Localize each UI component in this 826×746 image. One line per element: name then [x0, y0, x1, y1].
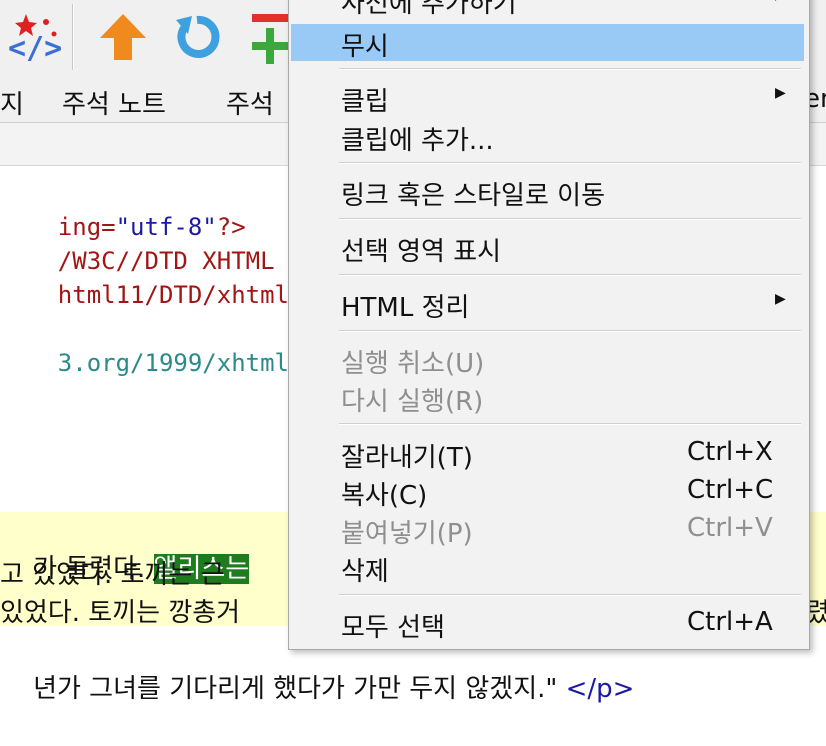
menu-separator — [339, 594, 801, 596]
menu-separator — [339, 162, 801, 164]
menu-item-paste[interactable]: 붙여넣기(P) Ctrl+V — [291, 511, 804, 549]
menu-item-copy[interactable]: 복사(C) Ctrl+C — [291, 473, 804, 511]
toolbar-separator — [72, 4, 74, 70]
menu-item-redo[interactable]: 다시 실행(R) — [291, 379, 804, 417]
menu-item-undo[interactable]: 실행 취소(U) — [291, 341, 804, 379]
tab-partial[interactable]: 지 — [0, 84, 24, 121]
prose-line-3: 있었다. 토끼는 깡총거 — [0, 598, 241, 628]
tab-annotation[interactable]: 주석 — [226, 84, 274, 121]
menu-separator — [339, 330, 801, 332]
arrow-up-icon[interactable] — [96, 10, 148, 62]
menu-item-add-to-clip[interactable]: 클립에 추가... — [291, 118, 804, 156]
code-line-4: 3.org/1999/xhtml — [57, 349, 289, 377]
menu-item-go-to-link-or-style[interactable]: 링크 혹은 스타일로 이동 — [291, 173, 804, 211]
submenu-arrow-icon: ▶ — [775, 85, 786, 101]
submenu-arrow-icon: ▶ — [775, 291, 786, 307]
menu-separator — [339, 68, 801, 70]
menu-item-ignore[interactable]: 무시 — [291, 24, 804, 62]
menu-item-show-selection[interactable]: 선택 영역 표시 — [291, 229, 804, 267]
menu-item-html-cleanup[interactable]: HTML 정리 ▶ — [291, 285, 804, 323]
submenu-arrow-icon: ▶ — [775, 0, 786, 3]
menu-separator — [339, 218, 801, 220]
refresh-icon[interactable] — [170, 10, 222, 62]
menu-separator — [339, 423, 801, 425]
prose-line-2: 고 있었다. 토끼는 근 — [0, 560, 225, 590]
menu-item-clip[interactable]: 클립 ▶ — [291, 79, 804, 117]
menu-item-delete[interactable]: 삭제 — [291, 549, 804, 587]
magic-code-icon[interactable]: </> — [4, 10, 62, 66]
context-menu: 사전에 추가하기▶ 무시 클립▶ 클립에 추가... 링크 혹은 스타일로 이동… — [288, 0, 810, 650]
menu-item-select-all[interactable]: 모두 선택 Ctrl+A — [291, 605, 804, 643]
menu-separator — [339, 274, 801, 276]
menu-item-cut[interactable]: 잘라내기(T) Ctrl+X — [291, 435, 804, 473]
menu-item-add-to-dictionary[interactable]: 사전에 추가하기▶ — [291, 0, 804, 19]
tab-annotation-notes[interactable]: 주석 노트 — [62, 84, 166, 121]
